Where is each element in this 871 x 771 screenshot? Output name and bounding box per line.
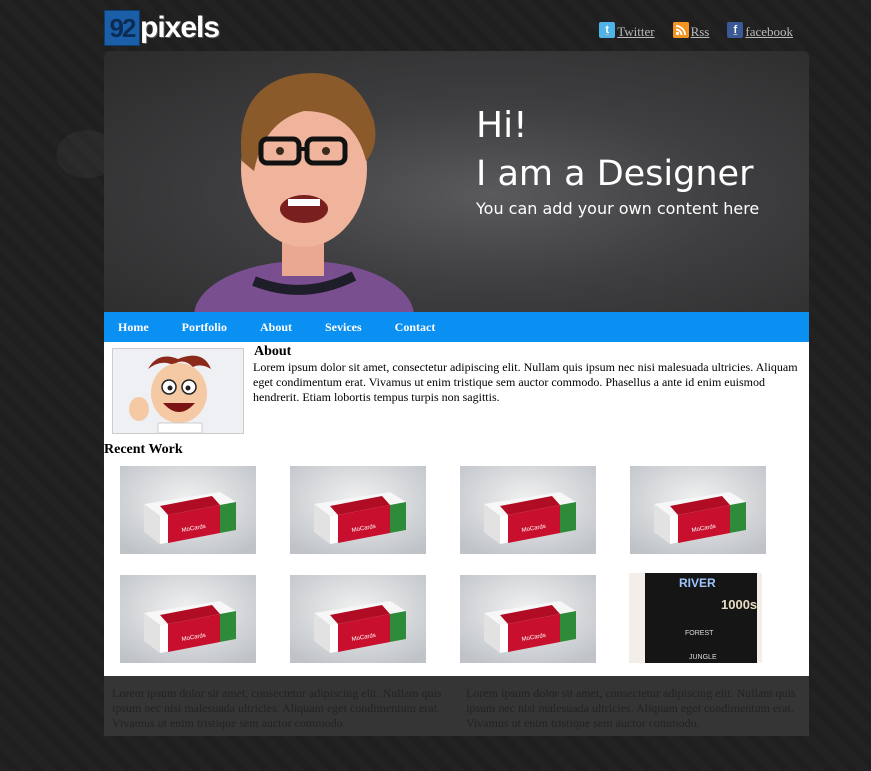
portfolio-item-2[interactable]: MoCards (290, 466, 426, 554)
main-content: About Lorem ipsum dolor sit amet, consec… (104, 342, 809, 676)
footer: Lorem ipsum dolor sit amet, consectetur … (104, 676, 809, 736)
nav-services[interactable]: Sevices (325, 320, 362, 335)
product-box-image: MoCards (630, 466, 766, 554)
main-nav: Home Portfolio About Sevices Contact (104, 312, 809, 342)
recent-work-title: Recent Work (104, 442, 183, 457)
poster-forest: FOREST (685, 630, 714, 637)
twitter-icon: t (599, 22, 616, 38)
nav-home[interactable]: Home (118, 320, 149, 335)
rss-label: Rss (690, 24, 710, 39)
hero-banner: Hi! I am a Designer You can add your own… (104, 51, 809, 312)
poster-river: RIVER (679, 576, 716, 590)
cartoon-avatar (112, 348, 244, 434)
hero-greeting: Hi! (476, 105, 528, 146)
poster-1000s: 1000s (721, 597, 757, 612)
facebook-icon: f (727, 22, 744, 38)
site-logo[interactable]: 92 pixels (104, 10, 220, 46)
product-box-image: MoCards (290, 466, 426, 554)
portfolio-item-1[interactable]: MoCards (120, 466, 256, 554)
rss-link[interactable]: Rss (672, 22, 710, 40)
page-wrapper: 92 pixels t Twitter Rss f facebook Hi! I… (104, 0, 809, 736)
rss-icon (672, 22, 689, 38)
header: 92 pixels t Twitter Rss f facebook (104, 0, 809, 51)
nav-about[interactable]: About (260, 320, 292, 335)
about-title: About (254, 344, 292, 359)
social-links: t Twitter Rss f facebook (599, 22, 793, 40)
product-box-image: MoCards (460, 575, 596, 663)
product-box-image: MoCards (460, 466, 596, 554)
hero-subline: You can add your own content here (476, 199, 760, 218)
facebook-link[interactable]: f facebook (727, 22, 793, 40)
portfolio-item-5[interactable]: MoCards (120, 575, 256, 663)
about-text: Lorem ipsum dolor sit amet, consectetur … (253, 360, 798, 404)
poster-jungle: JUNGLE (689, 654, 717, 661)
portfolio-item-8[interactable]: RIVER 1000s FOREST JUNGLE (629, 573, 762, 663)
nav-portfolio[interactable]: Portfolio (182, 320, 227, 335)
hero-headline: I am a Designer (476, 154, 754, 194)
footer-col-1: Lorem ipsum dolor sit amet, consectetur … (112, 686, 442, 730)
portfolio-item-7[interactable]: MoCards (460, 575, 596, 663)
facebook-label: facebook (745, 24, 793, 39)
logo-mark: 92 (104, 10, 140, 46)
footer-col-2: Lorem ipsum dolor sit amet, consectetur … (466, 686, 796, 730)
logo-text: pixels (140, 11, 220, 44)
twitter-label: Twitter (617, 24, 655, 39)
product-box-image: MoCards (290, 575, 426, 663)
product-box-image: MoCards (120, 575, 256, 663)
portfolio-item-3[interactable]: MoCards (460, 466, 596, 554)
portfolio-item-6[interactable]: MoCards (290, 575, 426, 663)
poster-image: RIVER 1000s FOREST JUNGLE (629, 573, 762, 663)
product-box-image: MoCards (120, 466, 256, 554)
hero-text: Hi! I am a Designer You can add your own… (476, 101, 759, 221)
twitter-link[interactable]: t Twitter (599, 22, 655, 40)
nav-contact[interactable]: Contact (395, 320, 436, 335)
designer-photo (194, 73, 414, 312)
portfolio-item-4[interactable]: MoCards (630, 466, 766, 554)
